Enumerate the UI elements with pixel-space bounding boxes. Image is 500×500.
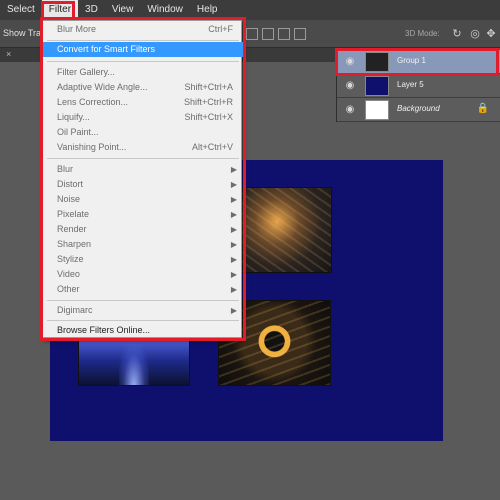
layer-name: Group 1 xyxy=(397,56,426,65)
menu-separator xyxy=(47,40,239,41)
align-right-icon[interactable] xyxy=(278,28,290,40)
layer-thumbnail xyxy=(365,76,389,96)
menu-item-blur[interactable]: Blur ▶ xyxy=(43,162,243,177)
submenu-arrow-icon: ▶ xyxy=(230,165,237,174)
menu-item-noise[interactable]: Noise ▶ xyxy=(43,192,243,207)
menu-item-adaptive-wide-angle[interactable]: Adaptive Wide Angle... Shift+Ctrl+A xyxy=(43,80,243,95)
menu-separator xyxy=(47,300,239,301)
3d-rotate-icon[interactable]: ↻ xyxy=(450,27,464,41)
submenu-arrow-icon: ▶ xyxy=(230,255,237,264)
menu-item-video[interactable]: Video ▶ xyxy=(43,267,243,282)
menu-item-oil-paint[interactable]: Oil Paint... xyxy=(43,125,243,140)
menu-item-pixelate[interactable]: Pixelate ▶ xyxy=(43,207,243,222)
layer-background[interactable]: ◉ Background 🔒 xyxy=(337,98,500,122)
align-buttons xyxy=(246,28,306,40)
menu-3d[interactable]: 3D xyxy=(78,0,105,20)
3d-pan-icon[interactable]: ✥ xyxy=(484,27,498,41)
menu-item-digimarc[interactable]: Digimarc ▶ xyxy=(43,303,243,318)
distribute-icon[interactable] xyxy=(294,28,306,40)
menu-item-browse-filters-online[interactable]: Browse Filters Online... xyxy=(43,323,243,338)
menu-item-distort[interactable]: Distort ▶ xyxy=(43,177,243,192)
align-center-icon[interactable] xyxy=(262,28,274,40)
menu-separator xyxy=(47,61,239,62)
layer-name: Layer 5 xyxy=(397,80,424,89)
menu-bar: Select Filter 3D View Window Help xyxy=(0,0,500,20)
menu-item-vanishing-point[interactable]: Vanishing Point... Alt+Ctrl+V xyxy=(43,140,243,155)
submenu-arrow-icon: ▶ xyxy=(230,225,237,234)
menu-item-render[interactable]: Render ▶ xyxy=(43,222,243,237)
submenu-arrow-icon: ▶ xyxy=(230,240,237,249)
menu-item-other[interactable]: Other ▶ xyxy=(43,282,243,297)
menu-select[interactable]: Select xyxy=(0,0,42,20)
menu-item-stylize[interactable]: Stylize ▶ xyxy=(43,252,243,267)
menu-separator xyxy=(47,158,239,159)
layer-name: Background xyxy=(397,104,440,113)
submenu-arrow-icon: ▶ xyxy=(230,306,237,315)
lock-icon: 🔒 xyxy=(476,103,489,114)
menu-window[interactable]: Window xyxy=(140,0,190,20)
menu-filter[interactable]: Filter xyxy=(41,0,79,20)
menu-item-filter-gallery[interactable]: Filter Gallery... xyxy=(43,65,243,80)
menu-item-liquify[interactable]: Liquify... Shift+Ctrl+X xyxy=(43,110,243,125)
eye-icon[interactable]: ◉ xyxy=(343,79,357,93)
3d-mode-label: 3D Mode: xyxy=(405,29,440,38)
layer-group-1[interactable]: ◉ Group 1 xyxy=(337,50,500,74)
submenu-arrow-icon: ▶ xyxy=(230,285,237,294)
menu-item-convert-smart-filters[interactable]: Convert for Smart Filters xyxy=(43,42,243,57)
submenu-arrow-icon: ▶ xyxy=(230,180,237,189)
filter-menu-dropdown: Blur More Ctrl+F Convert for Smart Filter… xyxy=(42,20,243,338)
eye-icon[interactable]: ◉ xyxy=(343,55,357,69)
submenu-arrow-icon: ▶ xyxy=(230,270,237,279)
layers-panel: ◉ Group 1 ◉ Layer 5 ◉ Background 🔒 xyxy=(336,48,500,122)
menu-item-blur-more[interactable]: Blur More Ctrl+F xyxy=(43,22,243,37)
city-aerial-photo xyxy=(240,187,332,273)
close-tab-icon[interactable]: × xyxy=(6,49,11,59)
menu-separator xyxy=(47,320,239,321)
group-thumbnail xyxy=(365,52,389,72)
eye-icon[interactable]: ◉ xyxy=(343,103,357,117)
submenu-arrow-icon: ▶ xyxy=(230,195,237,204)
tunnel-lights-photo xyxy=(78,340,190,386)
submenu-arrow-icon: ▶ xyxy=(230,210,237,219)
3d-roll-icon[interactable]: ◎ xyxy=(468,27,482,41)
menu-item-lens-correction[interactable]: Lens Correction... Shift+Ctrl+R xyxy=(43,95,243,110)
menu-view[interactable]: View xyxy=(105,0,141,20)
layer-5[interactable]: ◉ Layer 5 xyxy=(337,74,500,98)
menu-help[interactable]: Help xyxy=(190,0,225,20)
align-left-icon[interactable] xyxy=(246,28,258,40)
menu-item-sharpen[interactable]: Sharpen ▶ xyxy=(43,237,243,252)
layer-thumbnail xyxy=(365,100,389,120)
